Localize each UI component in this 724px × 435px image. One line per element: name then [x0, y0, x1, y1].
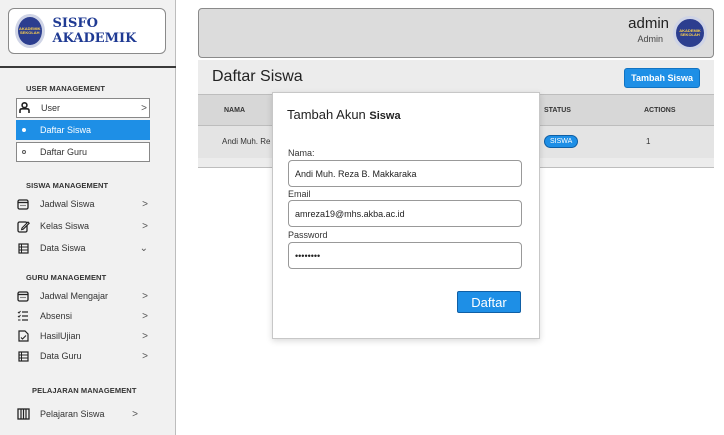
- column-header-actions[interactable]: ACTIONS: [644, 107, 676, 114]
- sidebar-item-kelas-siswa[interactable]: Kelas Siswa >: [16, 216, 150, 236]
- sidebar-item-label: Daftar Siswa: [40, 125, 92, 135]
- sidebar-item-label: Jadwal Siswa: [40, 199, 95, 209]
- sidebar-item-user[interactable]: User >: [16, 98, 150, 118]
- name-field[interactable]: [288, 160, 522, 187]
- sidebar-item-data-siswa[interactable]: Data Siswa ⌄: [16, 238, 150, 258]
- sidebar-item-label: Absensi: [40, 311, 73, 321]
- chevron-down-icon: ⌄: [139, 242, 148, 254]
- edit-icon: [16, 219, 30, 233]
- sidebar-item-jadwal-siswa[interactable]: Jadwal Siswa >: [16, 194, 150, 214]
- section-title-siswa-management: SISWA MANAGEMENT: [26, 181, 109, 190]
- avatar[interactable]: AKADEMIK SEKOLAH: [673, 16, 707, 50]
- password-label: Password: [288, 230, 328, 240]
- sidebar-item-label: Pelajaran Siswa: [40, 409, 105, 419]
- chevron-right-icon: >: [141, 102, 147, 114]
- sidebar-item-pelajaran-siswa[interactable]: Pelajaran Siswa >: [16, 404, 150, 424]
- add-account-modal: Tambah Akun Siswa Nama: Email Password D…: [272, 92, 540, 339]
- sidebar: AKADEMIK SEKOLAH SISFO AKADEMIK USER MAN…: [0, 0, 176, 435]
- logo-icon: AKADEMIK SEKOLAH: [15, 14, 45, 48]
- checklist-icon: [16, 309, 30, 323]
- user-icon: [17, 101, 31, 115]
- document-icon: [16, 329, 30, 343]
- sidebar-item-label: Jadwal Mengajar: [40, 291, 109, 301]
- sidebar-item-absensi[interactable]: Absensi >: [16, 306, 150, 326]
- chevron-right-icon: >: [142, 290, 148, 302]
- cell-actions[interactable]: 1: [646, 137, 650, 146]
- email-label: Email: [288, 189, 311, 199]
- chevron-right-icon: >: [142, 310, 148, 322]
- sidebar-item-hasil-ujian[interactable]: HasilUjian >: [16, 326, 150, 346]
- register-button[interactable]: Daftar: [457, 291, 521, 313]
- calendar-icon: [16, 289, 30, 303]
- sidebar-item-label: Data Guru: [40, 351, 82, 361]
- top-bar: admin Admin AKADEMIK SEKOLAH: [198, 8, 714, 58]
- column-header-status[interactable]: STATUS: [544, 107, 571, 114]
- bullet-icon: [22, 150, 26, 154]
- name-label: Nama:: [288, 148, 315, 158]
- modal-title: Tambah Akun Siswa: [287, 107, 401, 122]
- section-title-user-management: USER MANAGEMENT: [26, 84, 106, 93]
- sidebar-item-label: HasilUjian: [40, 331, 81, 341]
- list-icon: [16, 349, 30, 363]
- sidebar-divider: [0, 66, 176, 68]
- sidebar-item-label: Daftar Guru: [40, 147, 88, 157]
- sidebar-item-data-guru[interactable]: Data Guru >: [16, 346, 150, 366]
- sidebar-item-jadwal-mengajar[interactable]: Jadwal Mengajar >: [16, 286, 150, 306]
- sidebar-item-label: User: [41, 103, 61, 113]
- book-icon: [16, 407, 30, 421]
- sidebar-item-label: Data Siswa: [40, 243, 86, 253]
- chevron-right-icon: >: [142, 350, 148, 362]
- calendar-icon: [16, 197, 30, 211]
- column-header-nama[interactable]: NAMA: [224, 107, 245, 114]
- chevron-right-icon: >: [132, 408, 138, 420]
- chevron-right-icon: >: [142, 330, 148, 342]
- add-student-button[interactable]: Tambah Siswa: [624, 68, 700, 88]
- sidebar-item-daftar-siswa[interactable]: Daftar Siswa: [16, 120, 150, 140]
- sidebar-item-daftar-guru[interactable]: Daftar Guru: [16, 142, 150, 162]
- section-title-guru-management: GURU MANAGEMENT: [26, 273, 107, 282]
- sidebar-item-label: Kelas Siswa: [40, 221, 90, 231]
- brand[interactable]: AKADEMIK SEKOLAH SISFO AKADEMIK: [8, 8, 166, 54]
- password-field[interactable]: [288, 242, 522, 269]
- admin-name[interactable]: admin: [628, 15, 669, 32]
- list-icon: [16, 241, 30, 255]
- section-title-pelajaran-management: PELAJARAN MANAGEMENT: [32, 386, 137, 395]
- bullet-icon: [22, 128, 26, 132]
- admin-role: Admin: [637, 34, 663, 44]
- brand-title: SISFO AKADEMIK: [52, 16, 137, 46]
- chevron-right-icon: >: [142, 220, 148, 232]
- email-field[interactable]: [288, 200, 522, 227]
- status-badge: SISWA: [544, 135, 579, 148]
- cell-nama: Andi Muh. Re: [222, 137, 271, 146]
- chevron-right-icon: >: [142, 198, 148, 210]
- page-title: Daftar Siswa: [212, 68, 303, 85]
